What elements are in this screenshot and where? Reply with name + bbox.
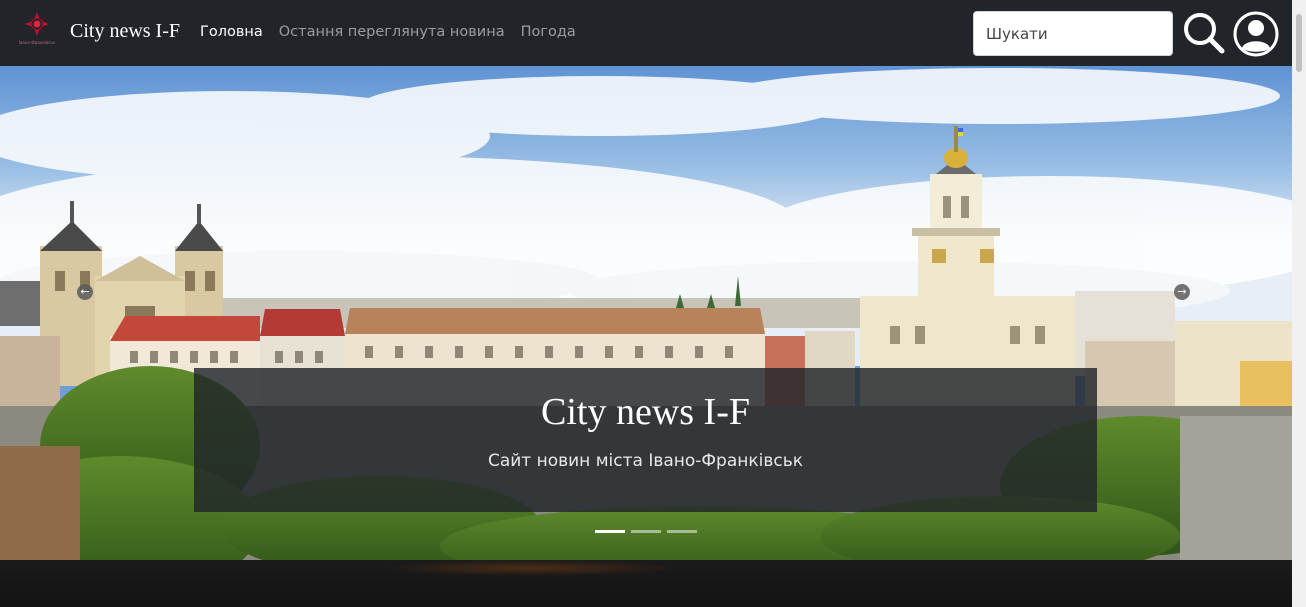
next-section-glow (380, 560, 680, 576)
carousel-next-button[interactable]: → (1174, 284, 1190, 300)
hero-subtitle: Сайт новин міста Івано-Франківськ (487, 451, 804, 471)
carousel-prev-button[interactable]: ← (77, 284, 93, 300)
carousel-indicator-3[interactable] (667, 530, 697, 533)
arrow-right-icon: → (1177, 285, 1187, 298)
carousel-indicator-2[interactable] (631, 530, 661, 533)
hero-carousel: ← → City news I-F Сайт новин міста Івано… (0, 66, 1292, 560)
hero-title: City news I-F (541, 391, 750, 433)
nav-link-home[interactable]: Головна (200, 24, 263, 40)
user-circle-icon (1233, 11, 1279, 57)
page: Івано-Франківськ City news I-F Головна О… (0, 0, 1306, 607)
carousel-indicator-1[interactable] (595, 530, 625, 533)
brand-name[interactable]: City news I-F (70, 20, 180, 43)
city-emblem-icon (25, 12, 49, 36)
nav-link-last-viewed[interactable]: Остання переглянута новина (279, 24, 505, 40)
search-input[interactable] (973, 11, 1173, 56)
carousel-caption: City news I-F Сайт новин міста Івано-Фра… (194, 368, 1097, 512)
scrollbar-thumb[interactable] (1296, 14, 1302, 72)
page-scrollbar[interactable] (1292, 0, 1306, 607)
logo-caption: Івано-Франківськ (18, 40, 56, 45)
search-button[interactable] (1182, 11, 1226, 55)
navbar: Івано-Франківськ City news I-F Головна О… (0, 0, 1292, 66)
nav-links: Головна Остання переглянута новина Погод… (200, 24, 576, 40)
carousel-indicators (595, 530, 697, 533)
search-icon (1184, 13, 1225, 54)
site-logo[interactable]: Івано-Франківськ (14, 10, 60, 54)
arrow-left-icon: ← (80, 285, 90, 298)
nav-link-weather[interactable]: Погода (521, 24, 576, 40)
account-button[interactable] (1233, 11, 1279, 57)
